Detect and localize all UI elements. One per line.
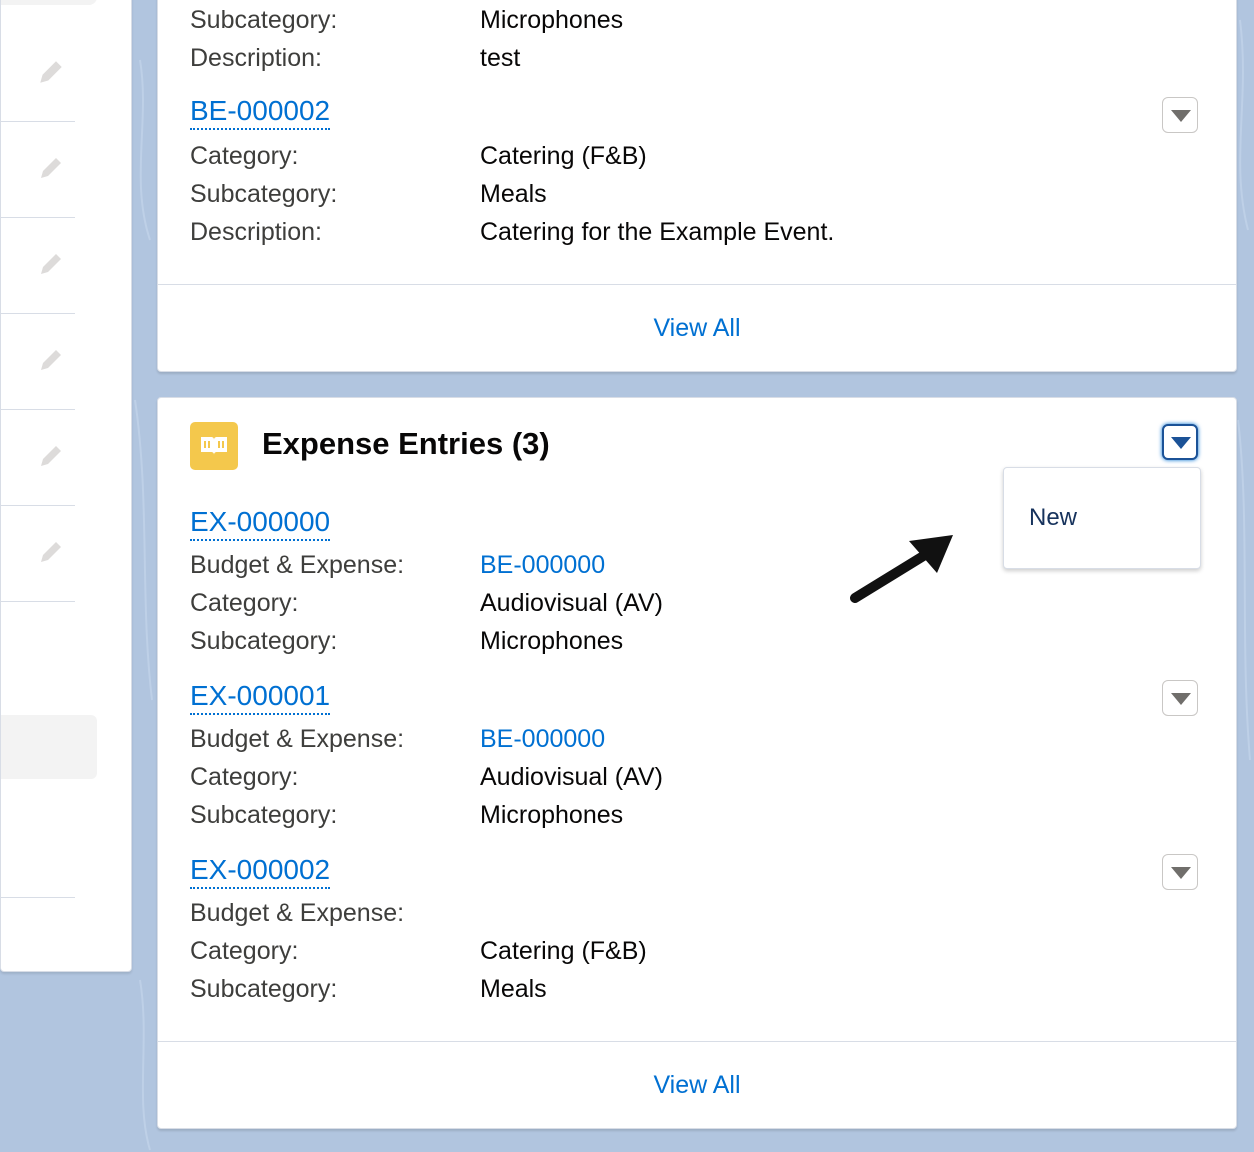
left-field-row: [1, 121, 75, 218]
field-value: Audiovisual (AV): [480, 589, 663, 617]
row-actions-button[interactable]: [1162, 680, 1198, 716]
field-value: test: [480, 44, 521, 72]
chevron-down-icon: [1171, 110, 1191, 122]
field-value: Audiovisual (AV): [480, 763, 663, 791]
field-value: Catering for the Example Event.: [480, 218, 835, 246]
left-field-row: [1, 217, 75, 314]
left-panel-gray-block: [1, 715, 97, 779]
pencil-icon[interactable]: [37, 58, 65, 86]
field-value-link[interactable]: BE-000000: [480, 722, 605, 756]
field-row: Subcategory: Microphones: [190, 798, 990, 832]
pencil-icon[interactable]: [37, 538, 65, 566]
chevron-down-icon: [1171, 693, 1191, 705]
left-field-row: [1, 409, 75, 506]
left-field-row: [1, 313, 75, 410]
pencil-icon[interactable]: [37, 250, 65, 278]
field-value: Meals: [480, 975, 547, 1003]
card-actions-menu: New: [1003, 467, 1201, 569]
field-label: Category:: [190, 142, 299, 170]
left-field-row: [1, 25, 75, 122]
divider: [1, 897, 75, 898]
view-all-link[interactable]: View All: [653, 1071, 740, 1100]
field-value-link[interactable]: BE-000000: [480, 548, 605, 582]
left-panel-top-block: [1, 0, 97, 5]
row-actions-button[interactable]: [1162, 97, 1198, 133]
field-label: Subcategory:: [190, 801, 338, 829]
record-link[interactable]: EX-000001: [190, 679, 331, 715]
field-row: Budget & Expense:: [190, 896, 990, 930]
record-link[interactable]: EX-000002: [190, 853, 331, 889]
field-label: Subcategory:: [190, 627, 338, 655]
pencil-icon[interactable]: [37, 442, 65, 470]
field-label: Category:: [190, 589, 299, 617]
card-title[interactable]: Expense Entries (3): [262, 426, 550, 462]
left-field-row: [1, 505, 75, 602]
budget-expense-card: Subcategory: Microphones Description: te…: [157, 0, 1237, 372]
field-row: Subcategory: Meals: [190, 972, 990, 1006]
field-label: Category:: [190, 937, 299, 965]
card-actions-button[interactable]: [1162, 424, 1198, 460]
field-label: Category:: [190, 763, 299, 791]
field-row: Category: Audiovisual (AV): [190, 760, 990, 794]
field-value: Microphones: [480, 801, 624, 829]
field-label: Description:: [190, 218, 322, 246]
field-value: Microphones: [480, 627, 624, 655]
field-label: Description:: [190, 44, 322, 72]
pencil-icon[interactable]: [37, 346, 65, 374]
field-row: Budget & Expense: BE-000000: [190, 722, 990, 756]
expense-entries-icon: [190, 422, 238, 470]
record-link[interactable]: EX-000000: [190, 505, 331, 541]
field-row: Description: Catering for the Example Ev…: [190, 215, 990, 249]
field-row: Category: Catering (F&B): [190, 139, 990, 173]
pencil-icon[interactable]: [37, 154, 65, 182]
field-row: Subcategory: Microphones: [190, 3, 990, 37]
card-footer: View All: [158, 284, 1236, 371]
field-label: Subcategory:: [190, 975, 338, 1003]
field-label: Budget & Expense:: [190, 725, 405, 753]
left-panel: [0, 0, 132, 972]
field-row: Subcategory: Microphones: [190, 624, 990, 658]
row-actions-button[interactable]: [1162, 854, 1198, 890]
field-row: Description: test: [190, 41, 990, 75]
field-value: Catering (F&B): [480, 937, 647, 965]
arrow-icon: [850, 535, 953, 603]
field-value: Meals: [480, 180, 547, 208]
card-footer: View All: [158, 1041, 1236, 1128]
field-label: Budget & Expense:: [190, 551, 405, 579]
field-label: Subcategory:: [190, 180, 338, 208]
view-all-link[interactable]: View All: [653, 314, 740, 343]
field-label: Budget & Expense:: [190, 899, 405, 927]
record-link[interactable]: BE-000002: [190, 94, 331, 130]
field-row: Subcategory: Meals: [190, 177, 990, 211]
field-row: Category: Catering (F&B): [190, 934, 990, 968]
book-icon: [201, 437, 227, 455]
field-value: Catering (F&B): [480, 142, 647, 170]
chevron-down-icon: [1171, 867, 1191, 879]
menu-item-new[interactable]: New: [1029, 504, 1077, 532]
chevron-down-icon: [1171, 437, 1191, 449]
field-label: Subcategory:: [190, 6, 338, 34]
field-value: Microphones: [480, 6, 624, 34]
